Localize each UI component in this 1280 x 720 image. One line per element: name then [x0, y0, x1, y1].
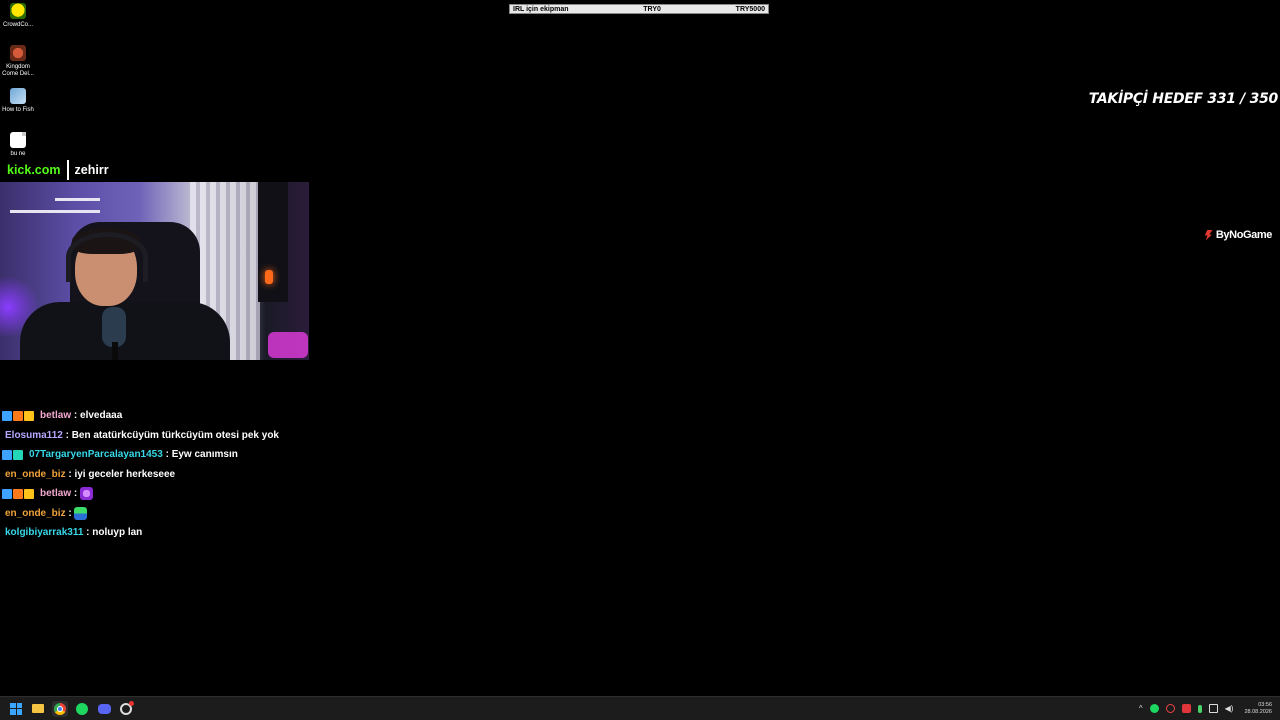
chat-message: 07TargaryenParcalayan1453 : Eyw canımsın [2, 445, 362, 465]
chat-username[interactable]: betlaw [40, 488, 71, 499]
follower-goal: TAKİPÇİ HEDEF 331 / 350 [1088, 91, 1279, 107]
chat-message: betlaw : [2, 484, 362, 504]
clock-time: 03:56 [1258, 701, 1272, 708]
sponsor-logo: ByNoGame [1204, 229, 1272, 241]
chat-badges [2, 410, 34, 421]
chat-separator: : [71, 488, 81, 500]
chat-message: betlaw : elvedaaa [2, 406, 362, 426]
desktop-icon-label: How to Fish [2, 107, 34, 113]
blue-badge-icon [2, 410, 12, 421]
teal-badge-icon [13, 449, 23, 460]
yellow-badge-icon [24, 410, 34, 421]
start-button[interactable] [8, 701, 24, 717]
channel-name: zehirr [74, 163, 109, 177]
how-to-fish-icon [10, 88, 26, 104]
start-icon [10, 702, 22, 715]
chrome-icon [54, 702, 66, 715]
chrome-button[interactable] [52, 700, 68, 717]
chat-username[interactable]: en_onde_biz [5, 508, 66, 519]
orange-badge-icon [13, 410, 23, 421]
desktop-icon-label: Kingdom Come Del... [2, 64, 34, 77]
chat-username[interactable]: en_onde_biz [5, 469, 66, 480]
bynogame-logo-icon [1204, 229, 1213, 241]
chat-username[interactable]: Elosuma112 [5, 430, 63, 441]
microphone [102, 307, 126, 347]
file-explorer-button[interactable] [30, 701, 46, 717]
spotify-tray-icon[interactable] [1149, 704, 1159, 713]
kick-channel-label: kick.com zehirr [7, 160, 109, 180]
chat-text: elvedaaa [80, 410, 123, 422]
chat-username[interactable]: 07TargaryenParcalayan1453 [29, 449, 163, 460]
desktop-icon-label: bu ne [10, 151, 26, 157]
desktop-icon-file[interactable]: bu ne [0, 132, 36, 158]
app-tray-icon[interactable] [1165, 704, 1175, 713]
discord-button[interactable] [96, 701, 112, 717]
spotify-button[interactable] [74, 701, 90, 717]
chat-text: noluyp lan [92, 527, 143, 539]
desktop-icon-how-to-fish[interactable]: How to Fish [0, 88, 36, 114]
desktop-icon-label: CrowdCo... [2, 22, 33, 28]
yellow-badge-icon [24, 488, 34, 499]
chat-badges [2, 449, 23, 460]
chat-message: en_onde_biz : [2, 504, 362, 524]
chat-separator: : [71, 410, 81, 422]
donation-target: TRY5000 [735, 5, 765, 13]
chat-username[interactable]: kolgibiyarrak311 [5, 527, 83, 538]
chat-separator: : [62, 429, 72, 441]
donation-goal-bar: IRL için ekipman TRY0 TRY5000 [509, 4, 769, 14]
recording-tray-icon[interactable] [1181, 704, 1191, 713]
chat-badges [2, 488, 34, 499]
file-icon [10, 132, 26, 148]
chat-username[interactable]: betlaw [40, 410, 71, 421]
chat-separator: : [162, 449, 172, 461]
webcam-feed [0, 182, 309, 360]
clock[interactable]: 03:56 28.08.2026 [1244, 702, 1272, 716]
taskbar: ^ ◀) 03:56 28.08.2026 [0, 696, 1280, 720]
donation-current: TRY0 [643, 5, 661, 13]
chat-text: Ben atatürkcüyüm türkcüyüm otesi pek yok [71, 429, 279, 441]
chat-text: iyi geceler herkeseee [74, 468, 176, 480]
chat-text: Eyw canımsın [171, 449, 238, 461]
crowdcontrol-icon [10, 3, 26, 19]
chat-message: en_onde_biz : iyi geceler herkeseee [2, 465, 362, 485]
chat-separator: : [83, 527, 93, 539]
microphone-tray-icon[interactable] [1197, 704, 1202, 713]
chat-separator: : [65, 507, 75, 519]
kingdom-come-icon [10, 45, 26, 61]
desktop-icon-crowdcontrol[interactable]: CrowdCo... [0, 3, 36, 29]
emote-icon [74, 506, 88, 520]
speaker-icon[interactable]: ◀) [1225, 704, 1234, 713]
divider [66, 160, 69, 180]
settings-app-icon [120, 700, 134, 715]
chevron-up-icon[interactable]: ^ [1139, 704, 1143, 713]
donation-goal-label: IRL için ekipman [513, 5, 569, 13]
spotify-icon [76, 702, 88, 715]
chat-message: Elosuma112 : Ben atatürkcüyüm türkcüyüm … [2, 426, 362, 446]
file-explorer-icon [32, 704, 44, 713]
emote-icon [80, 487, 94, 501]
desktop-icon-kingdom-come[interactable]: Kingdom Come Del... [0, 45, 36, 78]
display-tray-icon[interactable] [1208, 704, 1218, 713]
desktop: CrowdCo... Kingdom Come Del... How to Fi… [0, 0, 1280, 720]
discord-icon [97, 703, 111, 714]
chat-separator: : [65, 468, 75, 480]
blue-badge-icon [2, 488, 12, 499]
settings-app-button[interactable] [118, 700, 134, 717]
chat-message: kolgibiyarrak311 : noluyp lan [2, 523, 362, 543]
kick-brand: kick.com [7, 163, 61, 177]
orange-badge-icon [13, 488, 23, 499]
clock-date: 28.08.2026 [1244, 708, 1272, 715]
sponsor-name: ByNoGame [1215, 229, 1273, 241]
chat-overlay: betlaw : elvedaaa Elosuma112 : Ben atatür… [2, 406, 362, 543]
blue-badge-icon [2, 449, 12, 460]
